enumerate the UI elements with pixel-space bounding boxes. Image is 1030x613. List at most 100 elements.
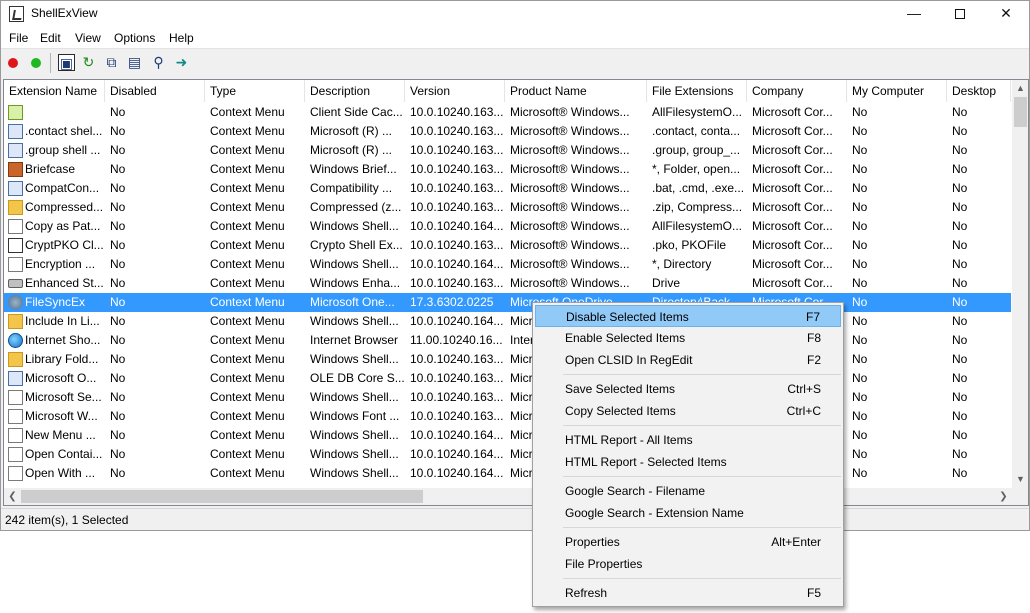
- vertical-scroll-thumb[interactable]: [1014, 97, 1027, 127]
- table-row[interactable]: Copy as Pat... No Context Menu Windows Shel…: [4, 217, 1011, 236]
- close-button[interactable]: ✕: [983, 1, 1029, 27]
- cell-type: Context Menu: [210, 447, 285, 461]
- minimize-button[interactable]: —: [891, 1, 937, 27]
- column-header-my-computer[interactable]: My Computer: [847, 80, 947, 102]
- cell-type: Context Menu: [210, 314, 285, 328]
- menu-item-enable-selected-items[interactable]: Enable Selected Items F8: [535, 327, 841, 349]
- cell-description: Compatibility ...: [310, 181, 393, 195]
- column-header-product-name[interactable]: Product Name: [505, 80, 647, 102]
- horizontal-scroll-thumb[interactable]: [21, 490, 423, 503]
- menu-help[interactable]: Help: [169, 31, 194, 45]
- table-row[interactable]: Encryption ... No Context Menu Windows Shel…: [4, 255, 1011, 274]
- menu-item-google-search-filename[interactable]: Google Search - Filename: [535, 480, 841, 502]
- menu-item-disable-selected-items[interactable]: Disable Selected Items F7: [535, 305, 841, 327]
- cell-description: Microsoft One...: [310, 295, 395, 309]
- table-row[interactable]: Open Contai... No Context Menu Windows Shel…: [4, 445, 1011, 464]
- table-row[interactable]: CompatCon... No Context Menu Compatibility …: [4, 179, 1011, 198]
- column-header-company[interactable]: Company: [747, 80, 847, 102]
- menu-item-label: Google Search - Extension Name: [565, 506, 744, 520]
- menu-item-refresh[interactable]: Refresh F5: [535, 582, 841, 604]
- menu-item-open-clsid-in-regedit[interactable]: Open CLSID In RegEdit F2: [535, 349, 841, 371]
- table-row[interactable]: Microsoft Se... No Context Menu Windows She…: [4, 388, 1011, 407]
- table-row[interactable]: Enhanced St... No Context Menu Windows Enha…: [4, 274, 1011, 293]
- component-icon: [8, 181, 23, 196]
- cell-version: 10.0.10240.164...: [410, 447, 504, 461]
- scroll-down-arrow-icon[interactable]: ▼: [1012, 471, 1028, 488]
- column-header-disabled[interactable]: Disabled: [105, 80, 205, 102]
- table-row[interactable]: Compressed... No Context Menu Compressed (z…: [4, 198, 1011, 217]
- cell-version: 10.0.10240.164...: [410, 314, 504, 328]
- copy-button[interactable]: ⧉: [103, 54, 120, 71]
- menu-file[interactable]: File: [9, 31, 28, 45]
- context-menu: Disable Selected Items F7 Enable Selected …: [532, 302, 844, 607]
- save-button[interactable]: ▣: [58, 54, 75, 71]
- cell-description: Crypto Shell Ex...: [310, 238, 403, 252]
- column-header-version[interactable]: Version: [405, 80, 505, 102]
- column-header-description[interactable]: Description: [305, 80, 405, 102]
- menu-item-copy-selected-items[interactable]: Copy Selected Items Ctrl+C: [535, 400, 841, 422]
- cell-version: 10.0.10240.163...: [410, 143, 504, 157]
- maximize-button[interactable]: [937, 1, 983, 27]
- cell-description: Windows Shell...: [310, 314, 399, 328]
- cell-company: Microsoft Cor...: [752, 219, 833, 233]
- table-row[interactable]: .group shell ... No Context Menu Microsoft …: [4, 141, 1011, 160]
- table-row[interactable]: Open With ... No Context Menu Windows Shell…: [4, 464, 1011, 483]
- drive-icon: [8, 279, 23, 288]
- table-row[interactable]: Internet Sho... No Context Menu Internet Br…: [4, 331, 1011, 350]
- cell-company: Microsoft Cor...: [752, 276, 833, 290]
- table-row[interactable]: CryptPKO Cl... No Context Menu Crypto Shell…: [4, 236, 1011, 255]
- properties-button[interactable]: ▤: [126, 54, 143, 71]
- cell-disabled: No: [110, 181, 126, 195]
- cell-desktop: No: [952, 143, 968, 157]
- menu-item-file-properties[interactable]: File Properties: [535, 553, 841, 575]
- cell-type: Context Menu: [210, 295, 285, 309]
- menu-options[interactable]: Options: [114, 31, 155, 45]
- cell-file-extensions: .bat, .cmd, .exe...: [652, 181, 745, 195]
- menu-edit[interactable]: Edit: [40, 31, 61, 45]
- table-row[interactable]: Include In Li... No Context Menu Windows Sh…: [4, 312, 1011, 331]
- vertical-scrollbar[interactable]: ▲ ▼: [1012, 80, 1028, 488]
- cell-description: Windows Shell...: [310, 352, 399, 366]
- cell-type: Context Menu: [210, 105, 285, 119]
- table-row[interactable]: Microsoft O... No Context Menu OLE DB Core …: [4, 369, 1011, 388]
- table-row[interactable]: Briefcase No Context Menu Windows Brief... 1…: [4, 160, 1011, 179]
- column-header-type[interactable]: Type: [205, 80, 305, 102]
- cell-type: Context Menu: [210, 390, 285, 404]
- cell-desktop: No: [952, 105, 968, 119]
- scroll-up-arrow-icon[interactable]: ▲: [1012, 80, 1028, 97]
- column-header-extension-name[interactable]: Extension Name: [4, 80, 105, 102]
- table-row[interactable]: FileSyncEx No Context Menu Microsoft One...…: [4, 293, 1011, 312]
- menu-item-save-selected-items[interactable]: Save Selected Items Ctrl+S: [535, 378, 841, 400]
- cell-description: Windows Shell...: [310, 447, 399, 461]
- scroll-left-arrow-icon[interactable]: ❮: [4, 488, 21, 505]
- cell-description: Windows Shell...: [310, 257, 399, 271]
- exit-button[interactable]: ➜: [173, 54, 190, 71]
- horizontal-scrollbar[interactable]: ❮ ❯: [4, 488, 1012, 505]
- cell-product-name: Microsoft® Windows...: [510, 219, 630, 233]
- find-button[interactable]: ⚲: [150, 54, 167, 71]
- extensions-list[interactable]: Extension Name Disabled Type Description…: [3, 79, 1029, 506]
- app-window: ShellExView — ✕ File Edit View Options H…: [0, 0, 1030, 531]
- cell-desktop: No: [952, 124, 968, 138]
- disable-items-button[interactable]: [8, 58, 18, 68]
- menu-item-html-report-all-items[interactable]: HTML Report - All Items: [535, 429, 841, 451]
- menu-item-properties[interactable]: Properties Alt+Enter: [535, 531, 841, 553]
- cell-description: Client Side Cac...: [310, 105, 403, 119]
- column-header-file-extensions[interactable]: File Extensions: [647, 80, 747, 102]
- table-row[interactable]: .contact shel... No Context Menu Microsoft …: [4, 122, 1011, 141]
- menu-view[interactable]: View: [75, 31, 101, 45]
- menu-item-google-search-extension-name[interactable]: Google Search - Extension Name: [535, 502, 841, 524]
- table-row[interactable]: No Context Menu Client Side Cac... 10.0.102…: [4, 103, 1011, 122]
- table-row[interactable]: New Menu ... No Context Menu Windows Shell.…: [4, 426, 1011, 445]
- cell-type: Context Menu: [210, 276, 285, 290]
- find-icon: ⚲: [153, 54, 164, 70]
- scroll-right-arrow-icon[interactable]: ❯: [995, 488, 1012, 505]
- menu-item-html-report-selected-items[interactable]: HTML Report - Selected Items: [535, 451, 841, 473]
- component-icon: [8, 124, 23, 139]
- table-row[interactable]: Microsoft W... No Context Menu Windows Font…: [4, 407, 1011, 426]
- column-header-desktop[interactable]: Desktop: [947, 80, 1011, 102]
- enable-items-button[interactable]: [31, 58, 41, 68]
- refresh-button[interactable]: ↻: [80, 54, 97, 71]
- cell-disabled: No: [110, 105, 126, 119]
- table-row[interactable]: Library Fold... No Context Menu Windows She…: [4, 350, 1011, 369]
